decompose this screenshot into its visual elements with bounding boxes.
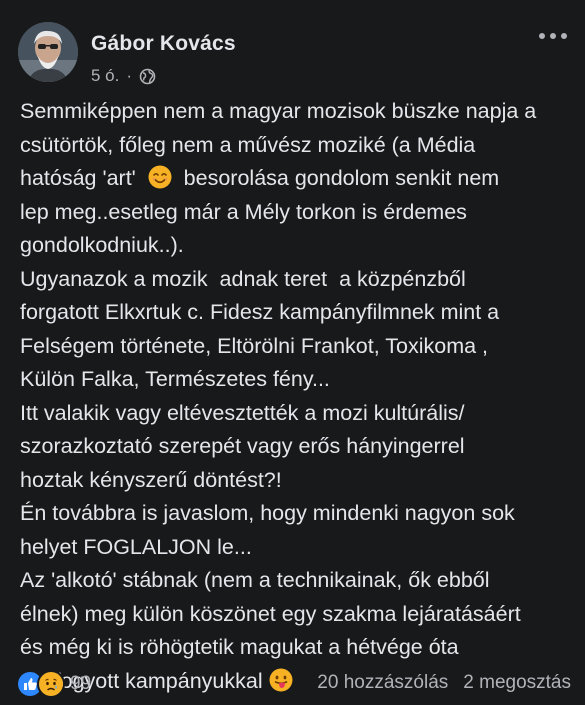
post-text-line: élnek) meg külön köszönet egy szakma lej… [20, 598, 575, 632]
post-text-line: Itt valakik vagy eltévesztették a mozi k… [20, 397, 575, 431]
post-text-line: Ugyanazok a mozik adnak teret a közpénzb… [20, 263, 575, 297]
post-footer: 99 20 hozzászólás 2 megosztás [16, 670, 571, 700]
post-text-segment: Semmiképpen nem a magyar mozisok büszke … [20, 99, 537, 123]
smiling-face-emoji-icon [148, 165, 172, 189]
post-text-segment: hoztak kényszerű döntést?! [20, 467, 282, 492]
dot-icon [550, 33, 556, 39]
post-text-line: forgatott Elkxrtuk c. Fidesz kampányfilm… [20, 296, 575, 330]
reactions-summary[interactable]: 99 [16, 670, 91, 698]
post-text-segment: gondolkodniuk..). [20, 233, 184, 257]
post-text-segment: Én továbbra is javaslom, hogy mindenki n… [20, 501, 515, 525]
post-text-segment: hatóság 'art' [20, 166, 148, 190]
meta-separator: · [126, 66, 133, 85]
comments-count-link[interactable]: 20 hozzászólás [317, 672, 448, 694]
post-text-line: Felségem története, Eltörölni Frankot, T… [20, 330, 575, 364]
reaction-count: 99 [70, 673, 92, 694]
post-text-line: gondolkodniuk..). [20, 229, 575, 263]
post-text-line: Én továbbra is javaslom, hogy mindenki n… [20, 497, 575, 531]
post-text-line: helyet FOGLALJON le... [20, 531, 575, 565]
post-text-segment: Az 'alkotó' stábnak (nem a technikainak,… [20, 568, 490, 592]
dot-icon [561, 33, 567, 39]
post-text-line: Az 'alkotó' stábnak (nem a technikainak,… [20, 564, 575, 598]
post-text-line: és még ki is röhögtetik magukat a hétvég… [20, 631, 575, 665]
post-text-segment: lep meg..esetleg már a Mély torkon is ér… [20, 199, 467, 224]
post-time[interactable]: 5 ó. [91, 66, 119, 86]
post-text-line: Semmiképpen nem a magyar mozisok büszke … [20, 95, 575, 129]
dot-icon [539, 33, 545, 39]
post-meta: 5 ó. · [91, 66, 156, 86]
avatar-photo [18, 22, 78, 82]
post-text-segment: és még ki is röhögtetik magukat a hétvég… [20, 635, 459, 659]
more-options-button[interactable] [539, 28, 567, 44]
post-text-segment: Ugyanazok a mozik adnak teret a közpénzb… [20, 266, 466, 291]
author-name[interactable]: Gábor Kovács [91, 32, 236, 56]
post-text-segment: csütörtök, főleg nem a művész moziké (a … [20, 132, 476, 157]
post-text-line: hatóság 'art' besorolása gondolom senkit… [20, 162, 575, 196]
post-text-line: lep meg..esetleg már a Mély torkon is ér… [20, 196, 575, 230]
post-text-segment: Felségem története, Eltörölni Frankot, T… [20, 333, 489, 358]
post-body: Semmiképpen nem a magyar mozisok büszke … [20, 95, 575, 698]
sad-icon [37, 670, 65, 698]
post-text-line: csütörtök, főleg nem a művész moziké (a … [20, 129, 575, 163]
post-text-segment: forgatott Elkxrtuk c. Fidesz kampányfilm… [20, 300, 500, 324]
post-text-segment: szorazkoztató szerepét vagy erős hánying… [20, 434, 465, 458]
post-text-segment: Külön Falka, Természetes fény... [20, 367, 330, 391]
post-text-line: Külön Falka, Természetes fény... [20, 363, 575, 397]
post-header: Gábor Kovács 5 ó. · [18, 22, 569, 86]
shares-count-link[interactable]: 2 megosztás [463, 672, 571, 694]
post-text-line: hoztak kényszerű döntést?! [20, 464, 575, 498]
avatar[interactable] [18, 22, 78, 82]
engagement-counts: 20 hozzászólás 2 megosztás [317, 672, 571, 694]
post-text-segment: helyet FOGLALJON le... [20, 534, 252, 559]
globe-icon[interactable] [139, 68, 156, 85]
post-text-segment: besorolása gondolom senkit nem [171, 166, 500, 190]
post-text-line: szorazkoztató szerepét vagy erős hánying… [20, 430, 575, 464]
post-text-segment: élnek) meg külön köszönet egy szakma lej… [20, 601, 521, 626]
post-text-segment: Itt valakik vagy eltévesztették a mozi k… [20, 400, 465, 425]
